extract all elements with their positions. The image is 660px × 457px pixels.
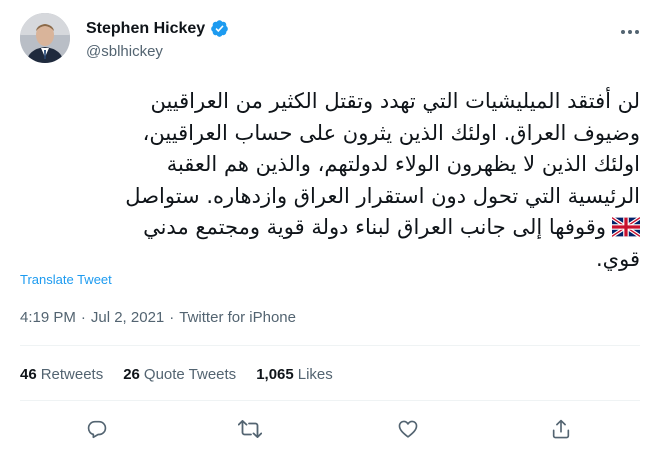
tweet-text-line: قوي. [596, 246, 640, 271]
tweet-text: لن أفتقد الميليشيات التي تهدد وتقتل الكث… [20, 86, 640, 275]
tweet-text-line-with-flag: وقوفها إلى جانب العراق لبناء دولة قوية و… [20, 212, 640, 244]
avatar-photo-icon [20, 13, 70, 63]
quote-tweets-stat[interactable]: 26 Quote Tweets [123, 366, 236, 383]
divider [20, 345, 640, 346]
more-options-button[interactable] [618, 20, 642, 44]
tweet-card: Stephen Hickey @sblhickey لن أفتقد الميل… [0, 0, 660, 457]
avatar[interactable] [20, 13, 70, 63]
tweet-text-line: الرئيسية التي تحول دون استقرار العراق وا… [125, 183, 640, 208]
tweet-text-line: وضيوف العراق. اولئك الذين يثرون على حساب… [142, 120, 640, 145]
retweets-label: Retweets [40, 366, 104, 383]
likes-count: 1,065 [256, 366, 294, 383]
divider [20, 400, 640, 401]
author-display-name[interactable]: Stephen Hickey [86, 20, 205, 38]
quote-tweets-count: 26 [123, 366, 140, 383]
retweets-stat[interactable]: 46 Retweets [20, 366, 103, 383]
uk-flag-icon [612, 217, 640, 237]
retweet-icon [238, 420, 262, 438]
meta-separator: · [80, 309, 86, 326]
tweet-text-line: وقوفها إلى جانب العراق لبناء دولة قوية و… [143, 215, 606, 239]
tweet-metadata: 4:19 PM · Jul 2, 2021 · Twitter for iPho… [20, 309, 296, 326]
tweet-actions-bar [0, 414, 660, 444]
tweet-time[interactable]: 4:19 PM [20, 309, 76, 326]
tweet-text-line: اولئك الذين لا يظهرون الولاء لدولتهم، وا… [166, 152, 640, 176]
retweets-count: 46 [20, 366, 37, 383]
meta-separator: · [169, 309, 175, 326]
tweet-text-line: لن أفتقد الميليشيات التي تهدد وتقتل الكث… [150, 89, 640, 113]
like-icon [398, 420, 418, 438]
author-name-row[interactable]: Stephen Hickey [86, 19, 229, 38]
author-handle[interactable]: @sblhickey [86, 43, 163, 60]
tweet-source[interactable]: Twitter for iPhone [179, 309, 296, 326]
tweet-stats: 46 Retweets 26 Quote Tweets 1,065 Likes [20, 366, 333, 383]
more-options-icon [621, 30, 639, 34]
tweet-date[interactable]: Jul 2, 2021 [91, 309, 164, 326]
quote-tweets-label: Quote Tweets [143, 366, 237, 383]
share-icon [552, 419, 570, 439]
likes-label: Likes [297, 366, 333, 383]
likes-stat[interactable]: 1,065 Likes [256, 366, 333, 383]
share-button[interactable] [546, 414, 576, 444]
verified-badge-icon [211, 20, 228, 37]
reply-icon [87, 420, 107, 439]
translate-tweet-link[interactable]: Translate Tweet [20, 272, 112, 287]
reply-button[interactable] [82, 414, 112, 444]
like-button[interactable] [393, 414, 423, 444]
retweet-button[interactable] [235, 414, 265, 444]
